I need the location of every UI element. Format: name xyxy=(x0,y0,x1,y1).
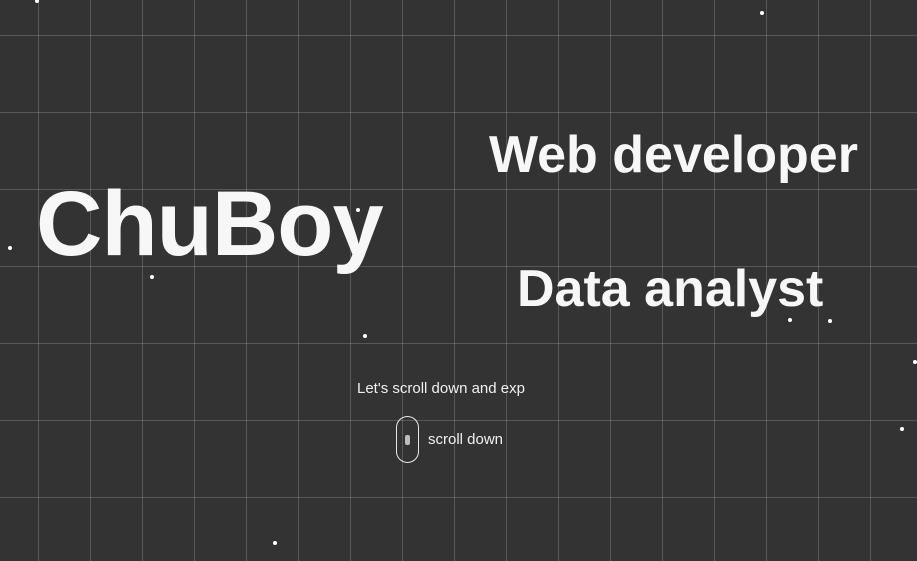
star-particle xyxy=(150,275,154,279)
role-web-developer: Web developer xyxy=(489,126,858,184)
star-particle xyxy=(273,541,277,545)
mouse-icon xyxy=(396,416,419,463)
role-data-analyst: Data analyst xyxy=(517,260,824,318)
star-particle xyxy=(900,427,904,431)
star-particle xyxy=(913,360,917,364)
star-particle xyxy=(828,319,832,323)
star-particle xyxy=(8,246,12,250)
scroll-down-button[interactable]: scroll down xyxy=(396,416,503,463)
star-particle xyxy=(760,11,764,15)
scroll-down-label: scroll down xyxy=(428,431,504,448)
hero-name: ChuBoy xyxy=(36,173,384,275)
star-particle xyxy=(35,0,39,3)
mouse-wheel xyxy=(405,435,410,445)
star-particle xyxy=(788,318,792,322)
star-particle xyxy=(363,334,367,338)
intro-text: Let's scroll down and exp xyxy=(357,380,525,397)
